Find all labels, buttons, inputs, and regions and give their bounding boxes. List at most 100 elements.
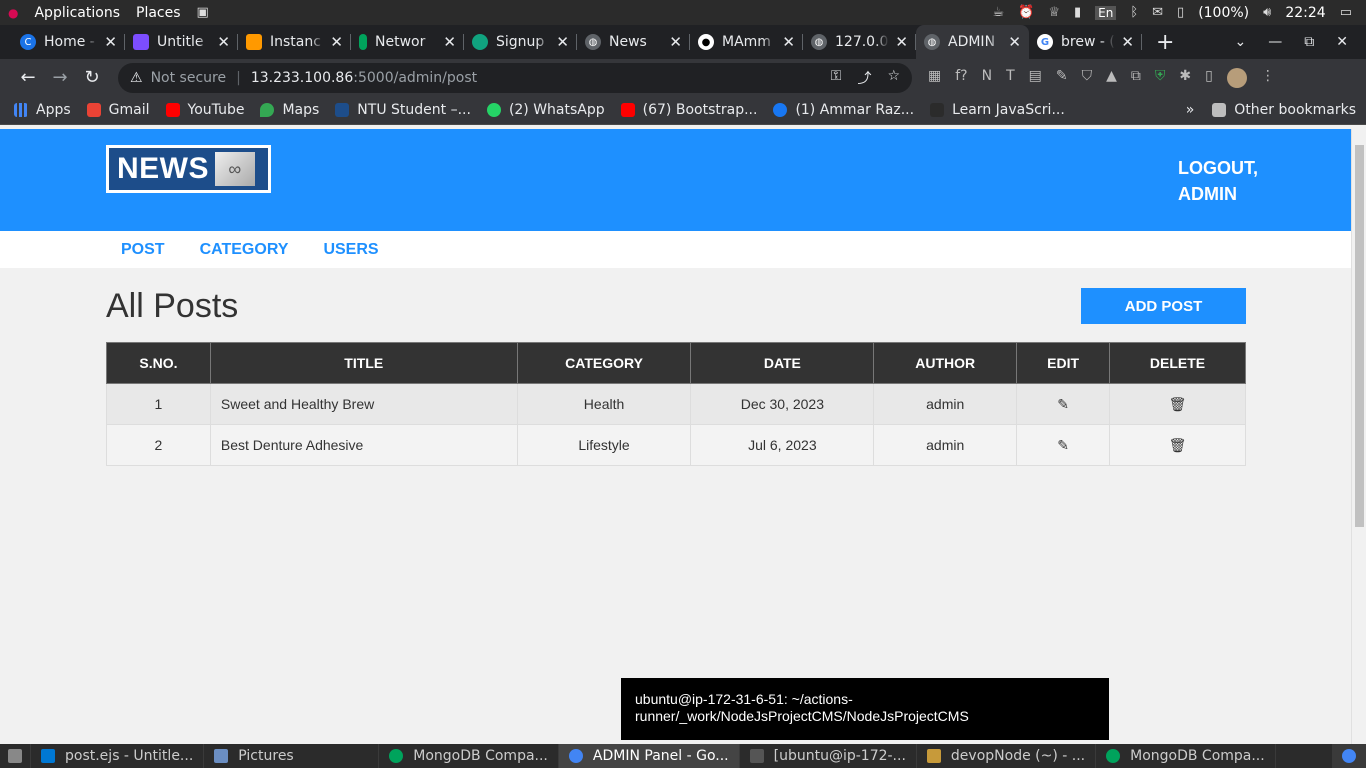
menu-category-link[interactable]: CATEGORY xyxy=(200,241,289,259)
extension-icon[interactable]: N xyxy=(982,68,992,88)
taskbar-item-active[interactable]: ADMIN Panel - Go... xyxy=(558,744,740,768)
mail-icon[interactable]: ✉ xyxy=(1152,5,1163,20)
bookmark-bootstrap[interactable]: (67) Bootstrap... xyxy=(620,102,757,118)
monitor-icon[interactable]: ▭ xyxy=(1340,5,1352,20)
tab-title: Instanc xyxy=(270,34,321,50)
minimize-icon[interactable]: — xyxy=(1268,34,1282,50)
shield-icon[interactable]: ⛉ xyxy=(1082,68,1093,88)
scrollbar-thumb[interactable] xyxy=(1355,145,1364,527)
close-tab-icon[interactable]: ✕ xyxy=(556,33,569,51)
url-host: 13.233.100.86 xyxy=(250,69,354,86)
add-post-button[interactable]: ADD POST xyxy=(1081,288,1246,324)
close-tab-icon[interactable]: ✕ xyxy=(104,33,117,51)
alarm-clock-icon[interactable]: ⏰ xyxy=(1018,5,1034,20)
taskbar-item[interactable]: MongoDB Compa... xyxy=(1096,744,1276,768)
extension-icon[interactable]: ⧉ xyxy=(1131,68,1141,88)
close-window-icon[interactable]: ✕ xyxy=(1336,34,1348,50)
taskbar-item[interactable]: MongoDB Compa... xyxy=(379,744,559,768)
logout-link[interactable]: LOGOUT, ADMIN xyxy=(1178,155,1298,207)
close-tab-icon[interactable]: ✕ xyxy=(1121,33,1134,51)
security-label[interactable]: Not secure xyxy=(151,70,227,86)
clock[interactable]: 22:24 xyxy=(1285,5,1325,21)
taskbar-item[interactable]: Pictures xyxy=(204,744,380,768)
taskbar-item[interactable]: [ubuntu@ip-172-... xyxy=(740,744,917,768)
back-arrow-icon[interactable]: ← xyxy=(12,67,44,88)
extension-icon[interactable]: ▤ xyxy=(1029,68,1042,88)
signal-icon[interactable]: ▮ xyxy=(1074,5,1081,20)
taskbar-item[interactable]: devopNode (~) - ... xyxy=(917,744,1097,768)
cell-edit: ✎ xyxy=(1016,383,1111,425)
show-desktop-icon[interactable]: ▣ xyxy=(197,5,209,20)
volume-icon[interactable]: 🔊︎ xyxy=(1263,5,1271,20)
browser-tab[interactable]: Signup ✕ xyxy=(464,25,577,59)
extension-icon[interactable]: ▦ xyxy=(928,68,941,88)
bookmark-javascript[interactable]: Learn JavaScri... xyxy=(930,102,1065,118)
close-tab-icon[interactable]: ✕ xyxy=(669,33,682,51)
taskbar-item[interactable]: post.ejs - Untitle... xyxy=(31,744,205,768)
side-panel-icon[interactable]: ▯ xyxy=(1205,68,1213,88)
close-tab-icon[interactable]: ✕ xyxy=(1008,33,1021,51)
warning-icon[interactable]: ⚠ xyxy=(130,70,143,86)
bookmark-youtube[interactable]: YouTube xyxy=(165,102,244,118)
keyboard-language[interactable]: En xyxy=(1095,5,1117,20)
avatar[interactable] xyxy=(1226,67,1247,88)
bookmark-apps[interactable]: Apps xyxy=(14,102,71,118)
trash-icon[interactable]: 🗑︎ xyxy=(1169,437,1187,453)
other-bookmarks[interactable]: Other bookmarks xyxy=(1212,102,1356,118)
news-logo[interactable]: NEWS ∞ xyxy=(106,145,271,193)
applications-menu[interactable]: Applications xyxy=(34,5,120,21)
close-tab-icon[interactable]: ✕ xyxy=(895,33,908,51)
close-tab-icon[interactable]: ✕ xyxy=(217,33,230,51)
more-bookmarks-chevron-icon[interactable]: » xyxy=(1186,102,1195,118)
table-header-row: S.NO. TITLE CATEGORY DATE AUTHOR EDIT DE… xyxy=(106,342,1246,384)
table-row: 1 Sweet and Healthy Brew Health Dec 30, … xyxy=(106,383,1246,425)
bookmark-star-icon[interactable]: ☆ xyxy=(887,68,900,88)
bookmark-gmail[interactable]: Gmail xyxy=(86,102,150,118)
coffee-icon[interactable]: ☕ xyxy=(992,5,1004,20)
browser-tab[interactable]: Instanc ✕ xyxy=(238,25,351,59)
extension-icon[interactable]: ✎ xyxy=(1056,68,1068,88)
close-tab-icon[interactable]: ✕ xyxy=(782,33,795,51)
show-desktop-button[interactable] xyxy=(0,744,31,768)
bookmark-maps[interactable]: Maps xyxy=(260,102,319,118)
battery-icon[interactable]: ▯ xyxy=(1177,5,1184,20)
puzzle-icon[interactable]: ✱ xyxy=(1179,68,1191,88)
browser-tab[interactable]: Untitle ✕ xyxy=(125,25,238,59)
formula-extension-icon[interactable]: f? xyxy=(955,68,967,88)
debian-logo-icon[interactable]: ● xyxy=(8,6,18,20)
address-bar[interactable]: ⚠ Not secure | 13.233.100.86 :5000/admin… xyxy=(118,62,912,93)
tab-search-chevron-icon[interactable]: ⌄ xyxy=(1235,34,1247,50)
forward-arrow-icon[interactable]: → xyxy=(44,67,76,88)
bookmark-ntu[interactable]: NTU Student –... xyxy=(335,102,471,118)
extension-icon[interactable]: ▲ xyxy=(1106,68,1117,88)
menu-users-link[interactable]: USERS xyxy=(323,241,378,259)
close-tab-icon[interactable]: ✕ xyxy=(330,33,343,51)
reload-icon[interactable]: ↻ xyxy=(76,67,108,88)
bluetooth-icon[interactable]: ᛒ xyxy=(1130,5,1138,20)
browser-tab[interactable]: Networ ✕ xyxy=(351,25,464,59)
menu-post-link[interactable]: POST xyxy=(121,241,165,259)
shield-check-icon[interactable]: ⛨ xyxy=(1155,68,1166,88)
browser-tab[interactable]: C Home - ✕ xyxy=(12,25,125,59)
browser-tab-active[interactable]: ◍ ADMIN ✕ xyxy=(916,25,1029,59)
page-scrollbar[interactable] xyxy=(1351,129,1366,744)
share-icon[interactable]: ⤴ xyxy=(857,68,871,88)
crown-icon[interactable]: ♕ xyxy=(1048,5,1060,20)
places-menu[interactable]: Places xyxy=(136,5,181,21)
browser-tab[interactable]: G brew - ( ✕ xyxy=(1029,25,1142,59)
bookmark-facebook[interactable]: (1) Ammar Raz... xyxy=(773,102,914,118)
edit-icon[interactable]: ✎ xyxy=(1057,437,1069,453)
menu-kebab-icon[interactable]: ⋮ xyxy=(1261,68,1275,88)
browser-tab[interactable]: ◍ News ✕ xyxy=(577,25,690,59)
extension-icon[interactable]: T xyxy=(1006,68,1015,88)
new-tab-button[interactable]: + xyxy=(1156,30,1174,55)
restore-icon[interactable]: ⧉ xyxy=(1304,34,1314,50)
browser-tab[interactable]: ● MAmm ✕ xyxy=(690,25,803,59)
bookmark-whatsapp[interactable]: (2) WhatsApp xyxy=(486,102,605,118)
key-icon[interactable]: ⚿ xyxy=(831,68,842,88)
taskbar-chrome-button[interactable] xyxy=(1332,744,1366,768)
browser-tab[interactable]: ◍ 127.0.0 ✕ xyxy=(803,25,916,59)
close-tab-icon[interactable]: ✕ xyxy=(443,33,456,51)
trash-icon[interactable]: 🗑︎ xyxy=(1169,396,1187,412)
edit-icon[interactable]: ✎ xyxy=(1057,396,1069,412)
